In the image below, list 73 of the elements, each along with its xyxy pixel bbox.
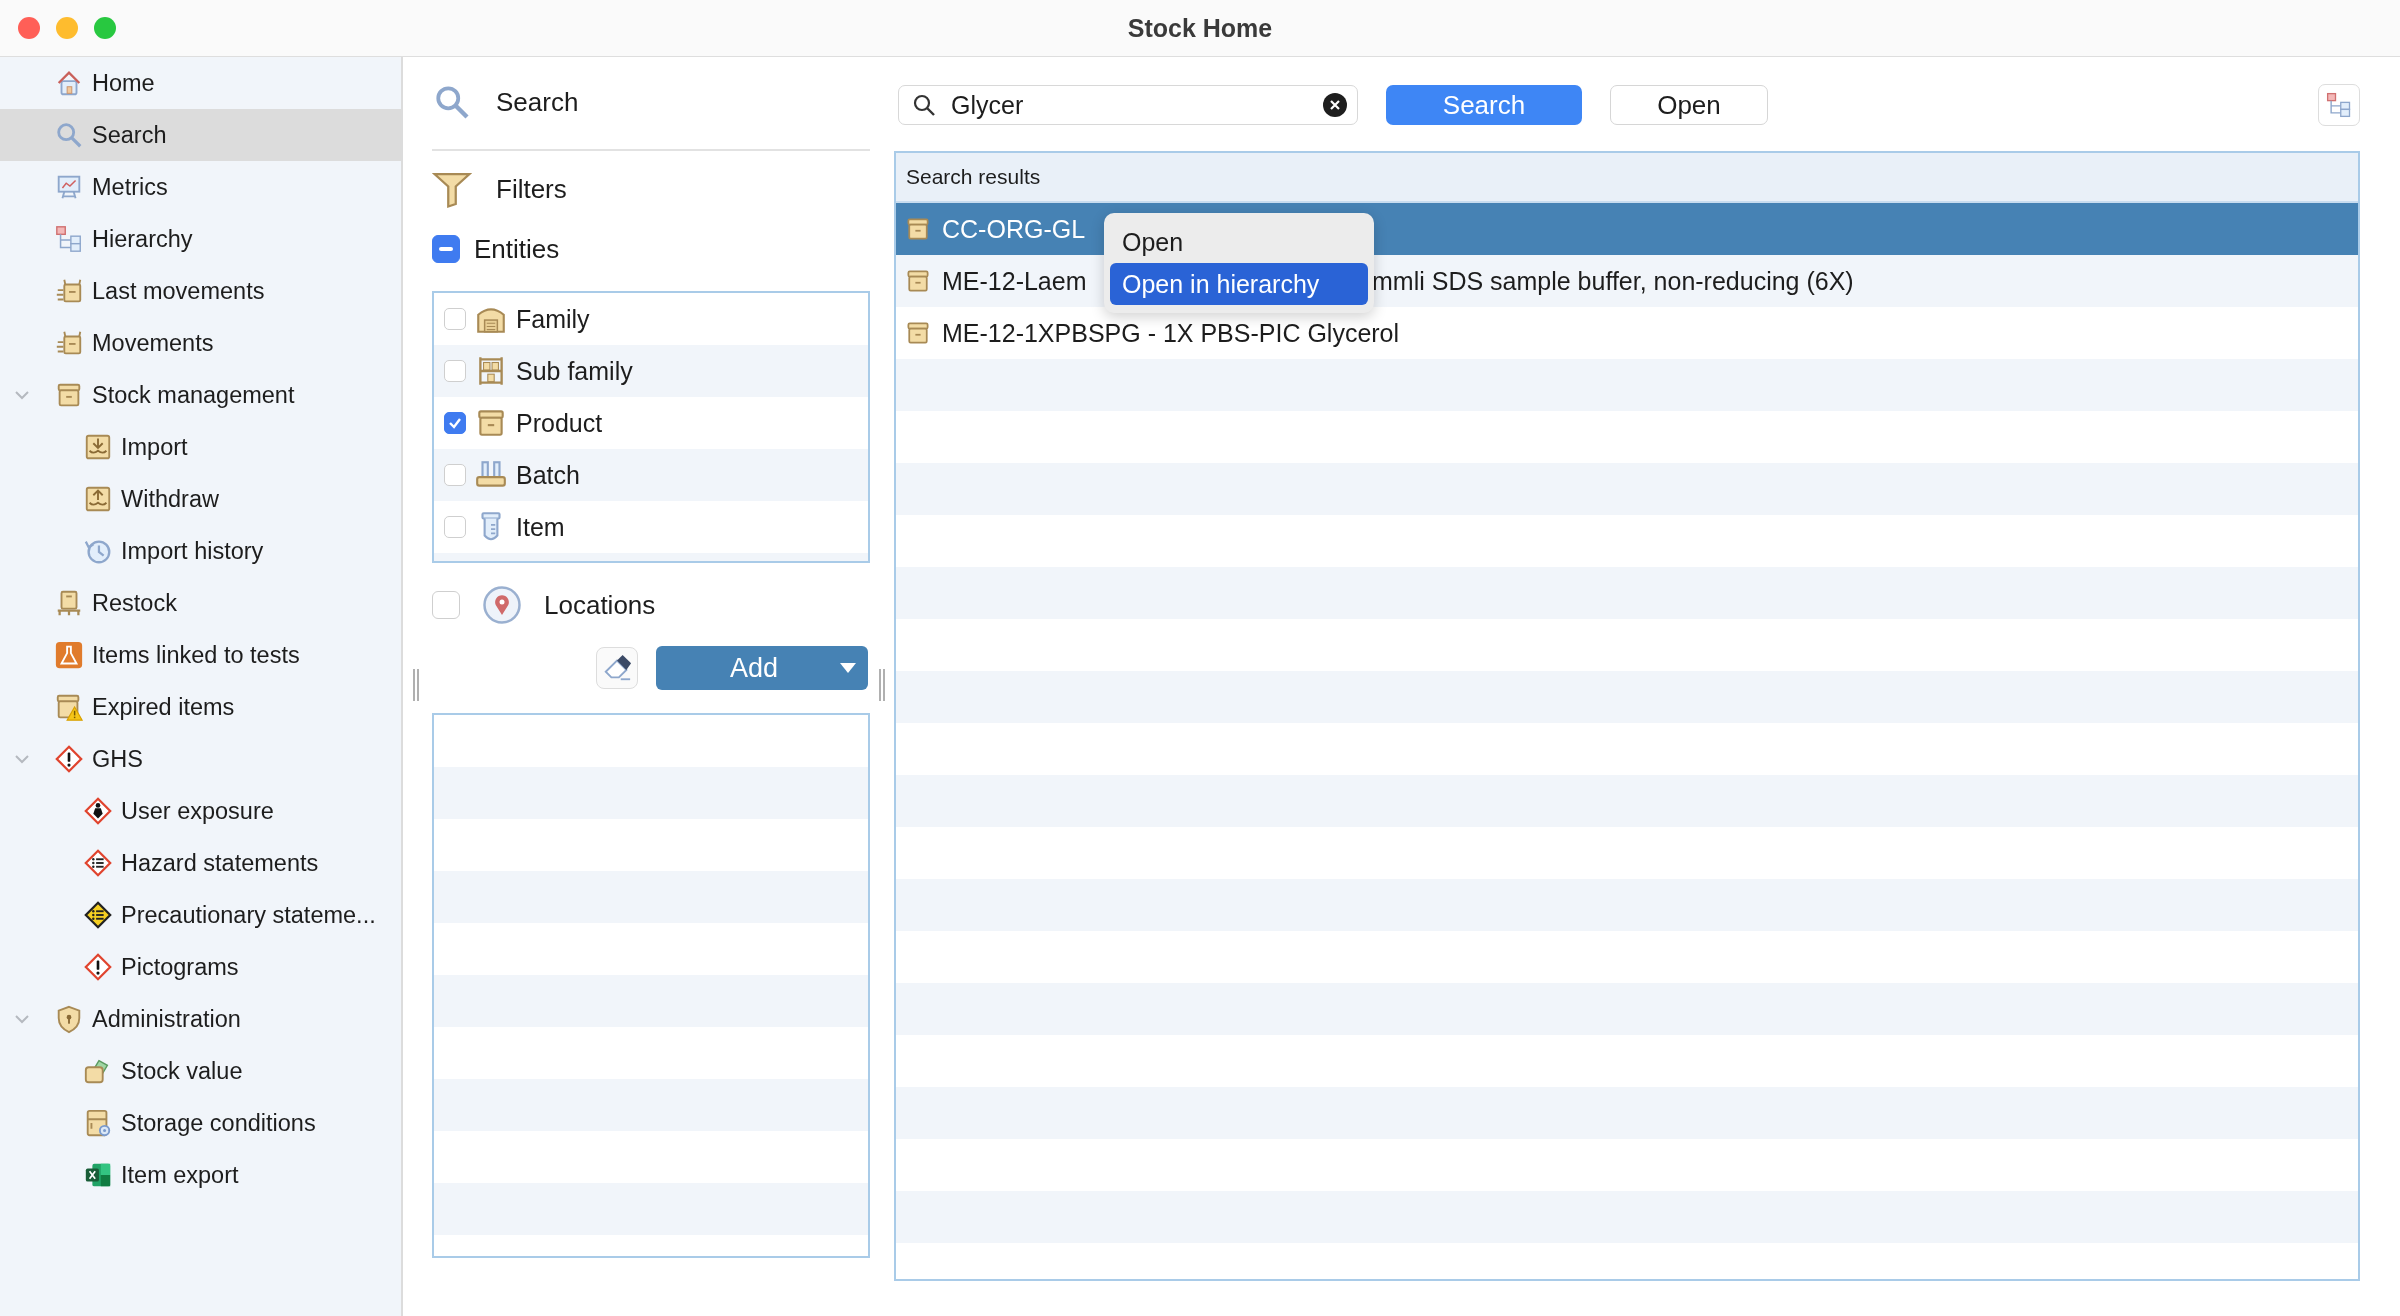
- entity-label: Product: [516, 408, 603, 438]
- resize-handle[interactable]: [413, 669, 419, 701]
- sidebar-item[interactable]: Storage conditions: [0, 1097, 401, 1149]
- sidebar-item[interactable]: Import history: [0, 525, 401, 577]
- sidebar-item[interactable]: Items linked to tests: [0, 629, 401, 681]
- entity-label: Item: [516, 512, 565, 542]
- hierarchy-icon: [2325, 91, 2353, 119]
- locations-label: Locations: [544, 589, 656, 621]
- menu-item[interactable]: Open in hierarchy: [1110, 263, 1368, 305]
- entity-label: Batch: [516, 460, 580, 490]
- entities-label: Entities: [474, 233, 560, 265]
- sidebar-item[interactable]: Hazard statements: [0, 837, 401, 889]
- search-icon: [912, 93, 936, 117]
- sidebar-item[interactable]: Precautionary stateme...: [0, 889, 401, 941]
- open-button[interactable]: Open: [1610, 85, 1768, 125]
- sidebar-item[interactable]: Pictograms: [0, 941, 401, 993]
- entity-label: Sub family: [516, 356, 633, 386]
- upload-tray-icon: [83, 484, 113, 514]
- sidebar-item[interactable]: Metrics: [0, 161, 401, 213]
- hierarchy-button[interactable]: [2318, 84, 2360, 126]
- filters-heading: Filters: [496, 173, 567, 205]
- search-heading: Search: [496, 86, 579, 118]
- checkbox[interactable]: [444, 464, 466, 486]
- warning-box-icon: [54, 692, 84, 722]
- sidebar-item[interactable]: User exposure: [0, 785, 401, 837]
- download-tray-icon: [83, 432, 113, 462]
- close-window-button[interactable]: [18, 17, 40, 39]
- sidebar-item[interactable]: Stock value: [0, 1045, 401, 1097]
- checkbox[interactable]: [444, 360, 466, 382]
- flask-icon: [54, 640, 84, 670]
- caret-icon[interactable]: [840, 663, 856, 673]
- entity-label: Family: [516, 304, 590, 334]
- eraser-button[interactable]: [596, 647, 638, 689]
- location-pin-icon: [482, 585, 522, 625]
- sidebar-item[interactable]: Movements: [0, 317, 401, 369]
- sidebar-item[interactable]: GHS: [0, 733, 401, 785]
- sidebar-item[interactable]: Restock: [0, 577, 401, 629]
- sidebar-item[interactable]: Withdraw: [0, 473, 401, 525]
- exclamation-diamond-icon: [54, 744, 84, 774]
- minimize-window-button[interactable]: [56, 17, 78, 39]
- checkbox[interactable]: [444, 516, 466, 538]
- search-field[interactable]: Glycer: [898, 85, 1358, 125]
- sidebar-item[interactable]: Import: [0, 421, 401, 473]
- checkbox[interactable]: [444, 412, 466, 434]
- sidebar-item[interactable]: Last movements: [0, 265, 401, 317]
- search-icon: [54, 120, 84, 150]
- checkbox[interactable]: [432, 591, 460, 619]
- sidebar-item[interactable]: Hierarchy: [0, 213, 401, 265]
- sidebar-item[interactable]: Stock management: [0, 369, 401, 421]
- result-text: CC-ORG-GL: [942, 214, 1086, 244]
- list-diamond-icon: [83, 900, 113, 930]
- result-text: mmli SDS sample buffer, non-reducing (6X): [1372, 266, 1854, 296]
- checkbox[interactable]: [432, 235, 460, 263]
- sidebar-item[interactable]: Item export: [0, 1149, 401, 1201]
- health-hazard-icon: [83, 796, 113, 826]
- add-button[interactable]: Add: [656, 646, 868, 690]
- column-header: Search results: [906, 165, 1041, 189]
- sidebar-item[interactable]: Expired items: [0, 681, 401, 733]
- resize-handle[interactable]: [879, 669, 885, 701]
- sidebar-item[interactable]: Administration: [0, 993, 401, 1045]
- sidebar-item[interactable]: Search: [0, 109, 401, 161]
- zoom-window-button[interactable]: [94, 17, 116, 39]
- result-text: ME-12-1XPBSPG - 1X PBS-PIC Glycerol: [942, 318, 1400, 348]
- search-button[interactable]: Search: [1386, 85, 1582, 125]
- window-title: Stock Home: [1127, 13, 1273, 43]
- checkbox[interactable]: [444, 308, 466, 330]
- clear-icon[interactable]: [1322, 92, 1348, 118]
- result-text: ME-12-Laem: [942, 266, 1087, 296]
- eraser-icon: [602, 653, 632, 683]
- exclamation-diamond-icon: [83, 952, 113, 982]
- sidebar-item[interactable]: Home: [0, 57, 401, 109]
- list-diamond-icon: [83, 848, 113, 878]
- hierarchy-icon: [54, 224, 84, 254]
